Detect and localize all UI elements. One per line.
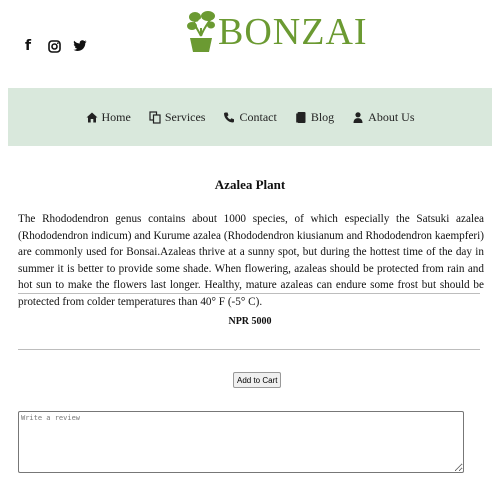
review-textarea[interactable] — [18, 411, 464, 473]
nav-blog-label: Blog — [310, 109, 335, 124]
add-to-cart-button[interactable]: Add to Cart — [233, 372, 282, 388]
divider — [18, 293, 480, 294]
nav-about-us-label: About Us — [368, 109, 415, 124]
product-price: NPR 5000 — [228, 316, 272, 327]
social-links: f — [20, 38, 88, 54]
nav-contact[interactable]: Contact — [223, 109, 277, 125]
nav-blog[interactable]: Blog — [295, 110, 334, 125]
phone-icon — [224, 112, 235, 122]
product-title: Azalea Plant — [214, 177, 286, 192]
user-icon — [353, 111, 363, 123]
nav-services[interactable]: Services — [149, 109, 206, 125]
twitter-icon[interactable] — [72, 38, 88, 54]
divider — [18, 349, 480, 350]
copy-icon — [149, 110, 161, 124]
tablet-icon — [296, 111, 306, 123]
logo-text: BONZAI — [218, 11, 368, 53]
bonsai-logo-icon — [187, 11, 215, 52]
main-nav: Home Services Contact Blog About Us — [8, 88, 492, 146]
nav-contact-label: Contact — [239, 109, 277, 124]
nav-about-us[interactable]: About Us — [352, 109, 415, 125]
nav-services-label: Services — [164, 109, 206, 124]
facebook-icon[interactable]: f — [20, 38, 36, 54]
header: f BONZAI — [0, 0, 500, 88]
instagram-icon[interactable] — [46, 38, 62, 54]
home-icon — [86, 112, 97, 122]
nav-home[interactable]: Home — [86, 110, 131, 125]
nav-home-label: Home — [101, 109, 131, 124]
logo[interactable]: BONZAI — [186, 8, 368, 56]
product-description: The Rhododendron genus contains about 10… — [18, 213, 484, 308]
